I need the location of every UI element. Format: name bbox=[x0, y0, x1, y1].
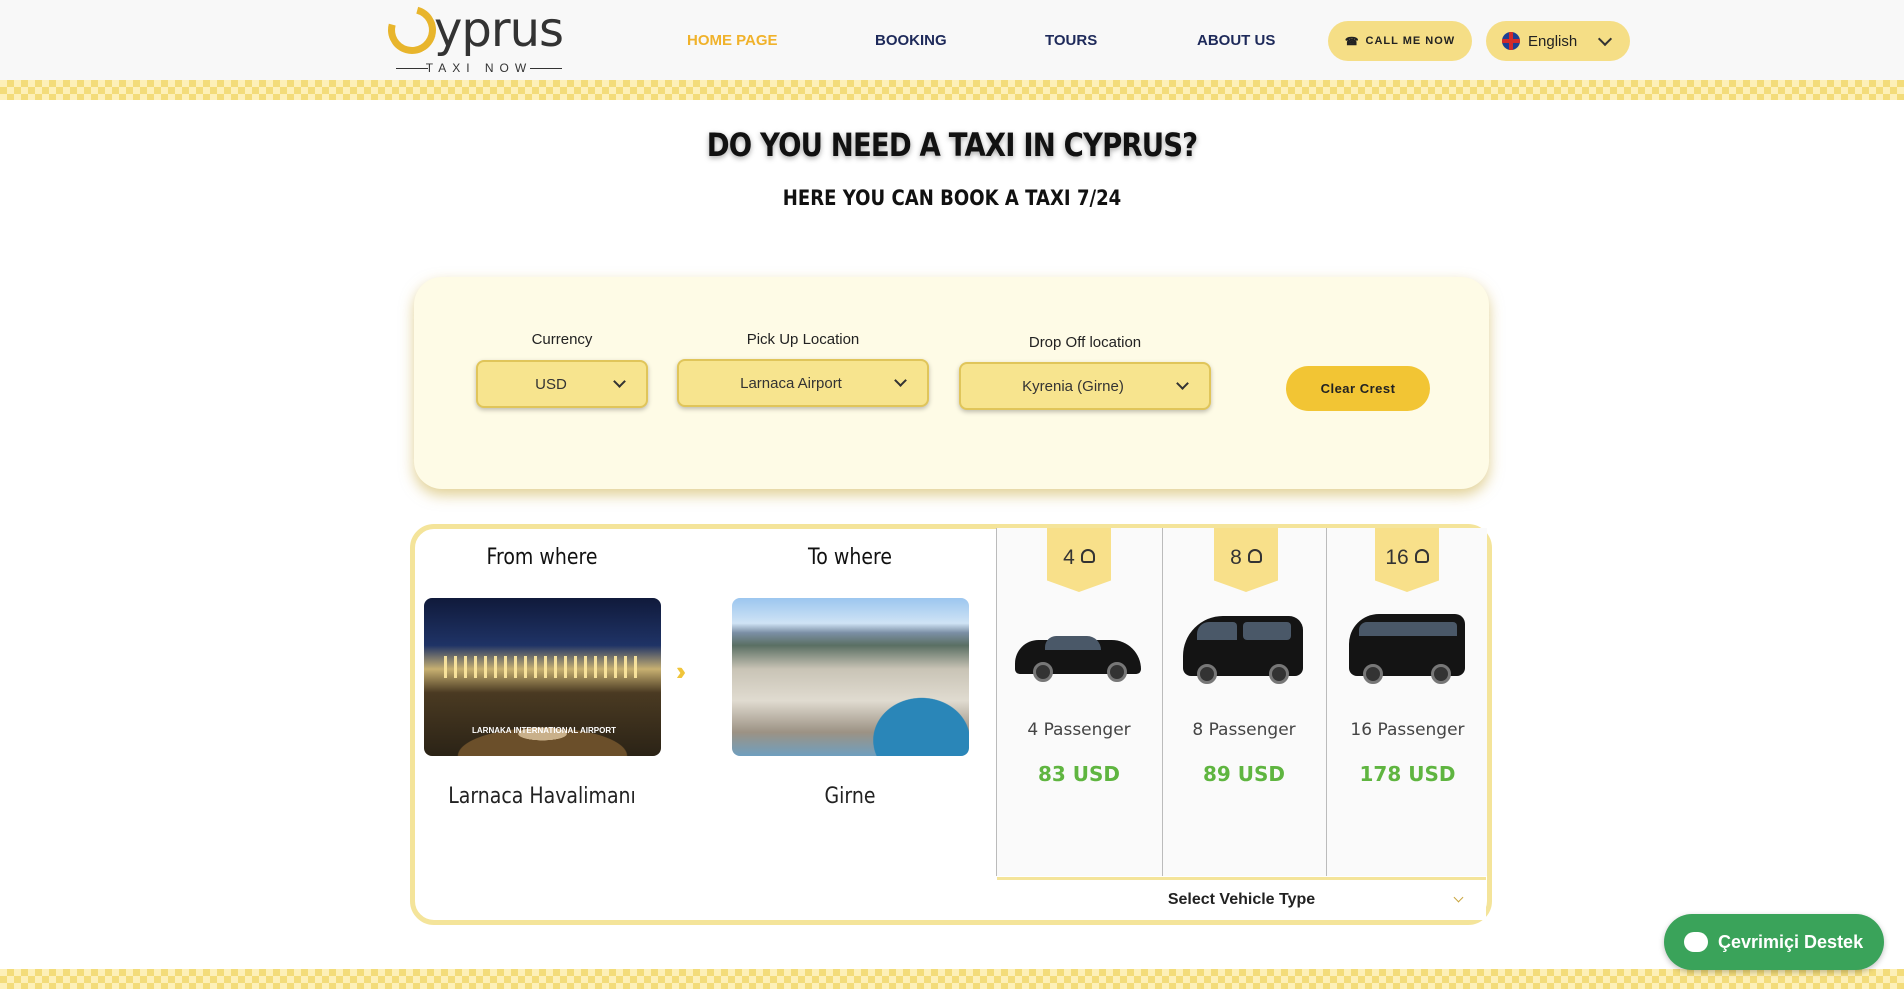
girne-city-photo bbox=[732, 598, 969, 756]
currency-label: Currency bbox=[531, 331, 593, 348]
van-icon bbox=[1183, 606, 1303, 688]
passenger-label: 4 Passenger bbox=[1027, 720, 1131, 740]
chevron-down-icon bbox=[1176, 377, 1189, 390]
dropoff-value: Kyrenia (Girne) bbox=[1022, 377, 1124, 395]
chevron-down-icon bbox=[1597, 31, 1613, 47]
clear-button[interactable]: Clear Crest bbox=[1286, 366, 1430, 411]
nav-home[interactable]: HOME PAGE bbox=[687, 32, 778, 49]
person-icon bbox=[1080, 549, 1095, 563]
vehicle-option-van[interactable]: 8 8 Passenger 89 USD bbox=[1162, 528, 1325, 876]
nav-tours[interactable]: TOURS bbox=[1045, 32, 1097, 49]
vehicle-type-select[interactable]: Select Vehicle Type bbox=[997, 877, 1486, 920]
dropoff-label: Drop Off location bbox=[1028, 334, 1142, 351]
currency-select[interactable]: USD bbox=[476, 360, 648, 408]
page-subtitle: HERE YOU CAN BOOK A TAXI 7/24 bbox=[782, 186, 1122, 210]
phone-icon: ☎ bbox=[1344, 35, 1360, 48]
person-icon bbox=[1247, 549, 1262, 563]
chevron-down-icon bbox=[1453, 892, 1464, 903]
to-place-name: Girne bbox=[824, 784, 876, 809]
capacity-badge: 8 bbox=[1214, 528, 1278, 592]
capacity-value: 16 bbox=[1385, 546, 1409, 569]
vehicle-select-label: Select Vehicle Type bbox=[1167, 891, 1316, 908]
capacity-value: 4 bbox=[1063, 546, 1075, 569]
nav-about-us[interactable]: ABOUT US bbox=[1197, 32, 1275, 49]
airport-sign-text: LARNAKA INTERNATIONAL AIRPORT bbox=[472, 726, 616, 735]
from-place-name: Larnaca Havalimanı bbox=[448, 784, 636, 809]
currency-value: USD bbox=[535, 375, 567, 393]
dropoff-location-select[interactable]: Kyrenia (Girne) bbox=[959, 362, 1211, 410]
nav-booking[interactable]: BOOKING bbox=[875, 32, 947, 49]
larnaca-airport-photo: LARNAKA INTERNATIONAL AIRPORT bbox=[424, 598, 661, 756]
page-title: DO YOU NEED A TAXI IN CYPRUS? bbox=[706, 126, 1198, 164]
chevron-down-icon bbox=[613, 375, 626, 388]
language-label: English bbox=[1528, 32, 1578, 50]
capacity-badge: 16 bbox=[1375, 528, 1439, 592]
pickup-value: Larnaca Airport bbox=[740, 374, 842, 392]
language-selector[interactable]: English bbox=[1486, 21, 1630, 61]
call-me-now-button[interactable]: ☎ CALL ME NOW bbox=[1328, 21, 1472, 61]
site-logo[interactable]: yprus TAXI NOW bbox=[379, 0, 570, 75]
passenger-label: 8 Passenger bbox=[1192, 720, 1296, 740]
capacity-badge: 4 bbox=[1047, 528, 1111, 592]
route-arrow-icon: ››› bbox=[676, 656, 686, 686]
vehicle-option-minibus[interactable]: 16 16 Passenger 178 USD bbox=[1326, 528, 1488, 876]
pickup-location-select[interactable]: Larnaca Airport bbox=[677, 359, 929, 407]
site-header: yprus TAXI NOW HOME PAGE BOOKING TOURS A… bbox=[0, 0, 1904, 80]
uk-flag-icon bbox=[1502, 32, 1520, 50]
price-value: 178 USD bbox=[1359, 762, 1456, 786]
logo-wordmark: yprus bbox=[434, 2, 564, 58]
chat-label: Çevrimiçi Destek bbox=[1718, 931, 1864, 952]
checker-strip-bottom bbox=[0, 969, 1904, 989]
capacity-value: 8 bbox=[1230, 546, 1242, 569]
vehicle-options: 4 4 Passenger 83 USD 8 8 Passenger 89 US… bbox=[996, 528, 1487, 876]
sedan-car-icon bbox=[1015, 616, 1141, 686]
pickup-label: Pick Up Location bbox=[746, 331, 860, 348]
call-button-label: CALL ME NOW bbox=[1365, 35, 1456, 47]
from-where-heading: From where bbox=[486, 545, 598, 570]
chat-bubble-icon bbox=[1684, 932, 1708, 952]
checker-strip-top bbox=[0, 80, 1904, 100]
person-icon bbox=[1414, 549, 1429, 563]
online-support-chat-button[interactable]: Çevrimiçi Destek bbox=[1664, 914, 1884, 970]
passenger-label: 16 Passenger bbox=[1350, 720, 1465, 740]
minibus-icon bbox=[1349, 604, 1465, 688]
vehicle-option-sedan[interactable]: 4 4 Passenger 83 USD bbox=[996, 528, 1161, 876]
logo-tagline: TAXI NOW bbox=[396, 61, 562, 75]
chevron-down-icon bbox=[894, 374, 907, 387]
airport-lights bbox=[444, 656, 644, 678]
price-value: 83 USD bbox=[1037, 762, 1121, 786]
price-value: 89 USD bbox=[1202, 762, 1286, 786]
to-where-heading: To where bbox=[807, 545, 893, 570]
